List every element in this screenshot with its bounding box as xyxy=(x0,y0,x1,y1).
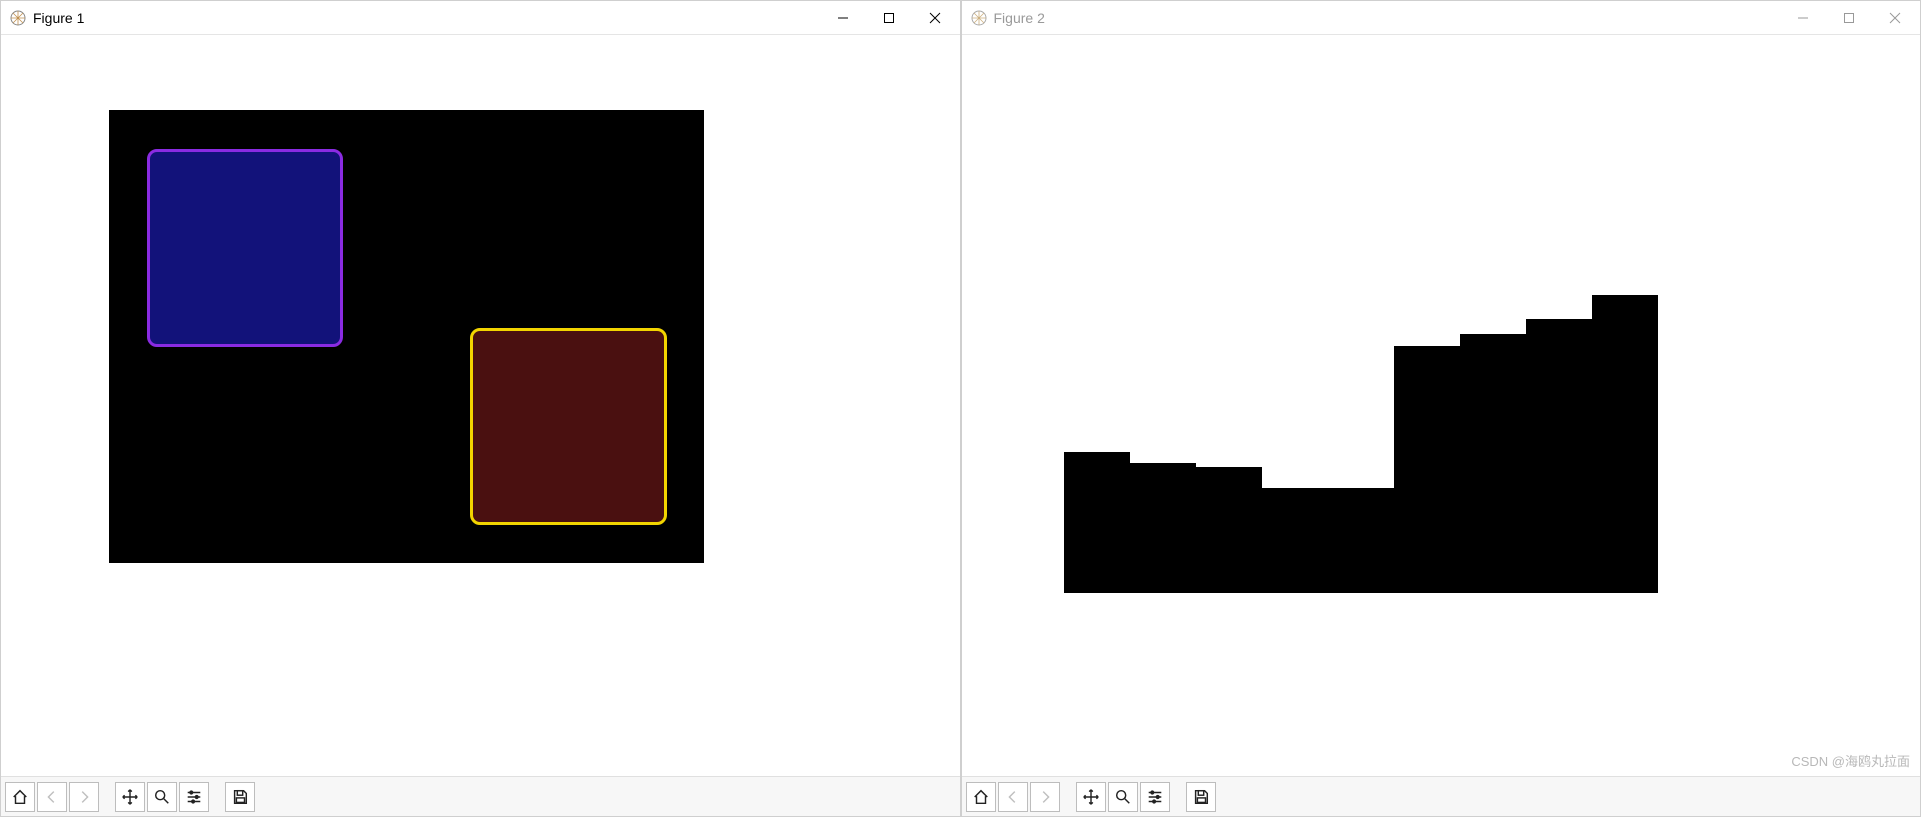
fig1-image xyxy=(109,110,704,563)
pan-button[interactable] xyxy=(1076,782,1106,812)
configure-subplots-button[interactable] xyxy=(179,782,209,812)
watermark-text: CSDN @海鸥丸拉面 xyxy=(1791,751,1910,770)
nav-toolbar xyxy=(962,776,1921,816)
figure-window-2: Figure 2 CSDN @海鸥丸拉面 xyxy=(961,0,1921,817)
bar-2 xyxy=(1130,463,1196,593)
bar-8 xyxy=(1526,319,1592,593)
window-title: Figure 1 xyxy=(33,10,84,26)
maximize-button[interactable] xyxy=(1826,1,1872,35)
maximize-button[interactable] xyxy=(866,1,912,35)
forward-button[interactable] xyxy=(69,782,99,812)
forward-button[interactable] xyxy=(1030,782,1060,812)
bar-1 xyxy=(1064,452,1130,593)
close-button[interactable] xyxy=(1872,1,1918,35)
bar-7 xyxy=(1460,334,1526,593)
fig2-bars xyxy=(1064,45,1659,593)
save-button[interactable] xyxy=(1186,782,1216,812)
pan-button[interactable] xyxy=(115,782,145,812)
shape-rect-0 xyxy=(147,149,343,347)
titlebar: Figure 1 xyxy=(1,1,960,35)
zoom-button[interactable] xyxy=(147,782,177,812)
back-button[interactable] xyxy=(37,782,67,812)
back-button[interactable] xyxy=(998,782,1028,812)
bar-5 xyxy=(1328,488,1394,593)
plot-canvas xyxy=(1,35,960,776)
titlebar: Figure 2 xyxy=(962,1,1921,35)
bar-3 xyxy=(1196,467,1262,593)
window-title: Figure 2 xyxy=(994,10,1045,26)
nav-toolbar xyxy=(1,776,960,816)
figure-window-1: Figure 1 xyxy=(0,0,961,817)
bar-4 xyxy=(1262,488,1328,593)
bar-6 xyxy=(1394,346,1460,593)
home-button[interactable] xyxy=(966,782,996,812)
minimize-button[interactable] xyxy=(1780,1,1826,35)
close-button[interactable] xyxy=(912,1,958,35)
bar-9 xyxy=(1592,295,1658,593)
home-button[interactable] xyxy=(5,782,35,812)
plot-canvas: CSDN @海鸥丸拉面 xyxy=(962,35,1921,776)
zoom-button[interactable] xyxy=(1108,782,1138,812)
matplotlib-icon xyxy=(970,9,988,27)
configure-subplots-button[interactable] xyxy=(1140,782,1170,812)
shape-rect-1 xyxy=(470,328,667,525)
matplotlib-icon xyxy=(9,9,27,27)
save-button[interactable] xyxy=(225,782,255,812)
minimize-button[interactable] xyxy=(820,1,866,35)
